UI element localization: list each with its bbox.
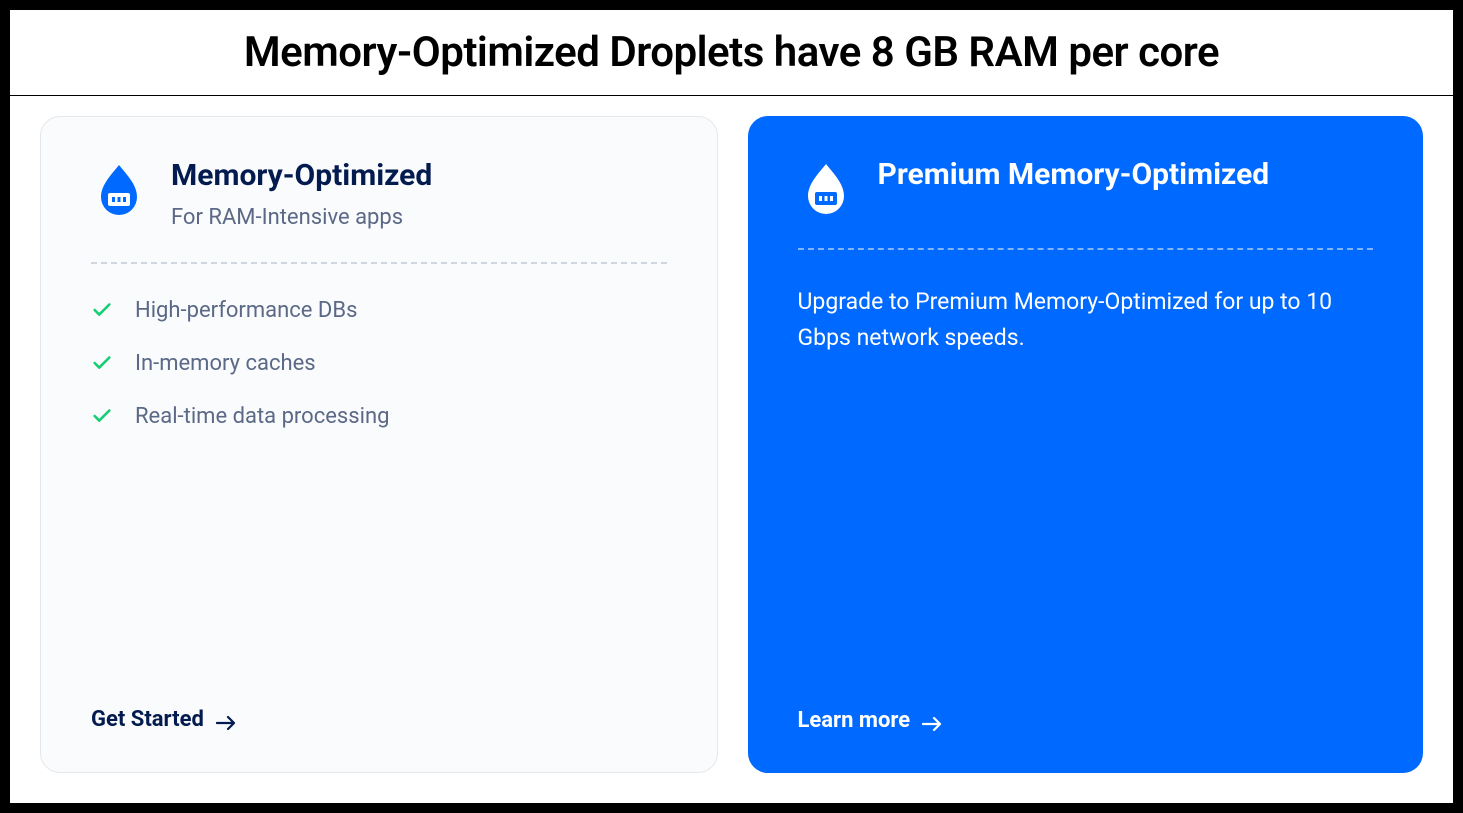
- feature-text: In-memory caches: [135, 351, 316, 376]
- feature-text: High-performance DBs: [135, 298, 357, 323]
- check-icon: [91, 405, 113, 427]
- card-premium-memory-optimized: Premium Memory-Optimized Upgrade to Prem…: [748, 116, 1424, 773]
- get-started-button[interactable]: Get Started: [91, 707, 667, 732]
- card-subtitle: For RAM-Intensive apps: [171, 205, 432, 230]
- list-item: Real-time data processing: [91, 404, 667, 429]
- arrow-right-icon: [216, 712, 236, 728]
- banner: Memory-Optimized Droplets have 8 GB RAM …: [10, 10, 1453, 96]
- card-title: Memory-Optimized: [171, 157, 432, 195]
- inner-container: Memory-Optimized Droplets have 8 GB RAM …: [10, 10, 1453, 803]
- divider: [798, 248, 1374, 250]
- arrow-right-icon: [922, 713, 942, 729]
- list-item: In-memory caches: [91, 351, 667, 376]
- feature-list: High-performance DBs In-memory caches Re…: [91, 298, 667, 429]
- check-icon: [91, 299, 113, 321]
- cards-container: Memory-Optimized For RAM-Intensive apps …: [10, 96, 1453, 803]
- feature-text: Real-time data processing: [135, 404, 389, 429]
- card-header-text: Memory-Optimized For RAM-Intensive apps: [171, 157, 432, 230]
- premium-description: Upgrade to Premium Memory-Optimized for …: [798, 284, 1374, 355]
- cta-label: Get Started: [91, 707, 204, 732]
- card-memory-optimized: Memory-Optimized For RAM-Intensive apps …: [40, 116, 718, 773]
- cta-label: Learn more: [798, 708, 911, 733]
- page-frame: Memory-Optimized Droplets have 8 GB RAM …: [0, 0, 1463, 813]
- divider: [91, 262, 667, 264]
- card-header: Premium Memory-Optimized: [798, 156, 1374, 216]
- check-icon: [91, 352, 113, 374]
- card-header: Memory-Optimized For RAM-Intensive apps: [91, 157, 667, 230]
- banner-text: Memory-Optimized Droplets have 8 GB RAM …: [30, 28, 1433, 77]
- list-item: High-performance DBs: [91, 298, 667, 323]
- droplet-icon: [798, 160, 854, 216]
- card-title: Premium Memory-Optimized: [878, 156, 1270, 194]
- learn-more-button[interactable]: Learn more: [798, 708, 1374, 733]
- card-header-text: Premium Memory-Optimized: [878, 156, 1270, 194]
- droplet-icon: [91, 161, 147, 217]
